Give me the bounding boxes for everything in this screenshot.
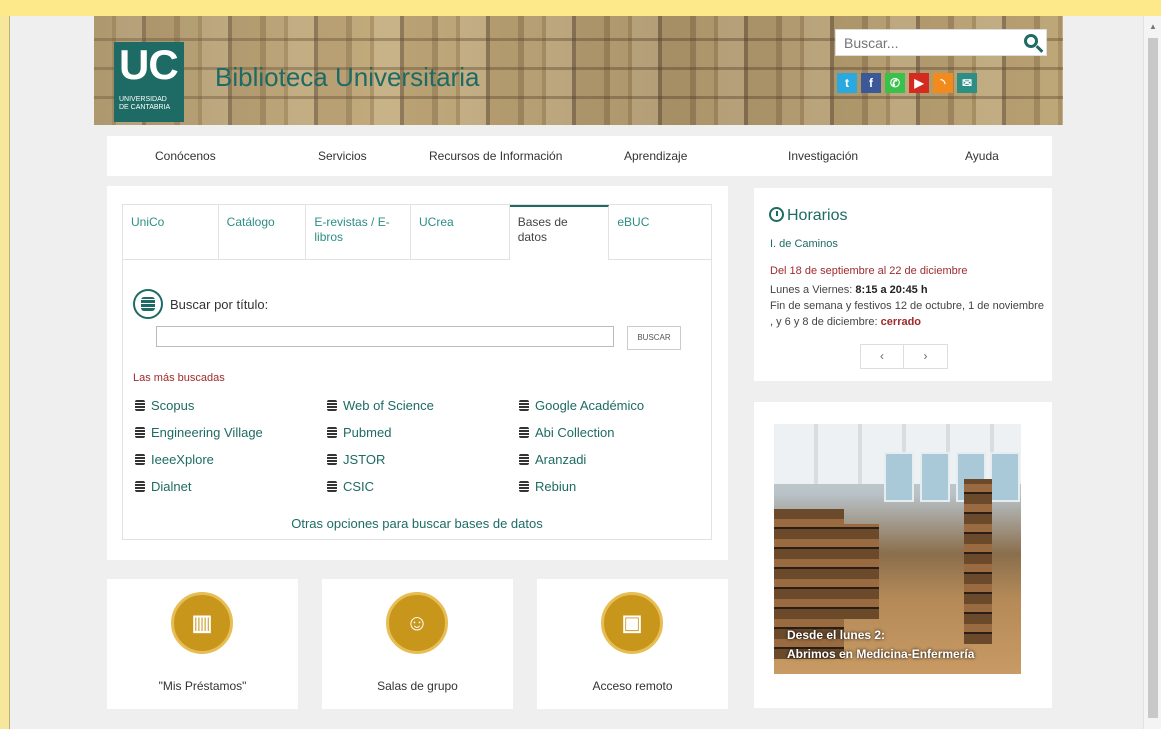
tab-erevistas[interactable]: E-revistas / E-libros xyxy=(306,205,412,260)
logo-subtext-1: UNIVERSIDAD xyxy=(119,96,167,103)
mail-icon[interactable]: ✉ xyxy=(957,73,977,93)
database-link[interactable]: Aranzadi xyxy=(519,452,586,467)
uc-logo[interactable]: UC UNIVERSIDAD DE CANTABRIA xyxy=(114,42,184,122)
database-icon xyxy=(327,427,337,438)
news-panel: Desde el lunes 2: Abrimos en Medicina-En… xyxy=(754,402,1052,708)
database-link[interactable]: JSTOR xyxy=(327,452,385,467)
database-link[interactable]: Web of Science xyxy=(327,398,434,413)
database-icon xyxy=(135,400,145,411)
search-input[interactable] xyxy=(836,30,1006,55)
database-icon xyxy=(519,454,529,465)
database-icon xyxy=(327,481,337,492)
card-label: "Mis Préstamos" xyxy=(158,679,247,693)
whatsapp-icon[interactable]: ✆ xyxy=(885,73,905,93)
rss-icon[interactable]: ◝ xyxy=(933,73,953,93)
search-tabs: UniCo Catálogo E-revistas / E-libros UCr… xyxy=(122,204,712,260)
card-label: Salas de grupo xyxy=(377,679,458,693)
nav-item-recursos[interactable]: Recursos de Información xyxy=(429,149,562,163)
database-icon xyxy=(135,454,145,465)
horarios-weekday: Lunes a Viernes: 8:15 a 20:45 h xyxy=(770,284,928,296)
photo-window xyxy=(990,452,1020,502)
logo-subtext-2: DE CANTABRIA xyxy=(119,104,171,111)
database-link[interactable]: Pubmed xyxy=(327,425,391,440)
card-label: Acceso remoto xyxy=(592,679,673,693)
tab-ucrea[interactable]: UCrea xyxy=(411,205,510,260)
next-button[interactable]: › xyxy=(904,344,948,369)
tab-bases-de-datos[interactable]: Bases de datos xyxy=(509,205,610,260)
tab-content: Buscar por título: BUSCAR Las más buscad… xyxy=(122,260,712,540)
group-icon: ☺ xyxy=(386,592,448,654)
database-link[interactable]: Rebiun xyxy=(519,479,576,494)
nav-item-ayuda[interactable]: Ayuda xyxy=(965,149,999,163)
database-link[interactable]: IeeeXplore xyxy=(135,452,214,467)
database-icon xyxy=(519,481,529,492)
nav-item-conocenos[interactable]: Conócenos xyxy=(155,149,216,163)
library-photo[interactable]: Desde el lunes 2: Abrimos en Medicina-En… xyxy=(774,424,1021,674)
card-acceso-remoto[interactable]: ▣ Acceso remoto xyxy=(537,579,728,709)
window-left-edge xyxy=(0,16,10,729)
most-searched-heading: Las más buscadas xyxy=(133,372,225,384)
card-mis-prestamos[interactable]: ▥ "Mis Préstamos" xyxy=(107,579,298,709)
photo-window xyxy=(884,452,914,502)
database-icon xyxy=(135,481,145,492)
buscar-button[interactable]: BUSCAR xyxy=(627,326,681,350)
photo-shelf xyxy=(844,524,879,619)
horarios-panel: Horarios I. de Caminos Del 18 de septiem… xyxy=(754,188,1052,381)
horarios-title: Horarios xyxy=(769,207,847,225)
main-nav: Conócenos Servicios Recursos de Informac… xyxy=(107,136,1052,176)
remote-access-icon: ▣ xyxy=(601,592,663,654)
browser-viewport: UC UNIVERSIDAD DE CANTABRIA Biblioteca U… xyxy=(10,16,1161,729)
search-panel: UniCo Catálogo E-revistas / E-libros UCr… xyxy=(107,186,728,560)
news-caption-line2: Abrimos en Medicina-Enfermería xyxy=(787,647,975,661)
social-links: t f ✆ ▶ ◝ ✉ xyxy=(837,73,977,93)
title-search-input[interactable] xyxy=(156,326,614,347)
database-link[interactable]: Dialnet xyxy=(135,479,191,494)
photo-window xyxy=(920,452,950,502)
database-icon xyxy=(327,400,337,411)
logo-text: UC xyxy=(119,41,179,88)
horarios-location[interactable]: I. de Caminos xyxy=(770,238,838,250)
database-icon xyxy=(519,400,529,411)
database-link[interactable]: Google Académico xyxy=(519,398,644,413)
vertical-scrollbar[interactable]: ▲ xyxy=(1143,16,1161,729)
nav-item-investigacion[interactable]: Investigación xyxy=(788,149,858,163)
tab-catalogo[interactable]: Catálogo xyxy=(218,205,307,260)
horarios-pager: ‹ › xyxy=(860,344,948,369)
database-icon xyxy=(519,427,529,438)
horarios-weekend: Fin de semana y festivos 12 de octubre, … xyxy=(770,300,1044,328)
photo-shelf xyxy=(964,479,992,644)
database-link[interactable]: Engineering Village xyxy=(135,425,263,440)
database-link[interactable]: Abi Collection xyxy=(519,425,615,440)
horarios-dates: Del 18 de septiembre al 22 de diciembre xyxy=(770,265,968,277)
tab-ebuc[interactable]: eBUC xyxy=(609,205,711,260)
facebook-icon[interactable]: f xyxy=(861,73,881,93)
database-link[interactable]: CSIC xyxy=(327,479,374,494)
books-icon: ▥ xyxy=(171,592,233,654)
site-title[interactable]: Biblioteca Universitaria xyxy=(215,62,479,93)
twitter-icon[interactable]: t xyxy=(837,73,857,93)
search-icon[interactable] xyxy=(1024,34,1038,48)
nav-item-servicios[interactable]: Servicios xyxy=(318,149,367,163)
site-header: UC UNIVERSIDAD DE CANTABRIA Biblioteca U… xyxy=(94,16,1063,125)
card-salas-de-grupo[interactable]: ☺ Salas de grupo xyxy=(322,579,513,709)
prev-button[interactable]: ‹ xyxy=(860,344,904,369)
site-search xyxy=(835,29,1047,56)
database-icon xyxy=(133,289,163,319)
tab-unico[interactable]: UniCo xyxy=(123,205,219,260)
database-icon xyxy=(327,454,337,465)
youtube-icon[interactable]: ▶ xyxy=(909,73,929,93)
search-label: Buscar por título: xyxy=(170,297,269,312)
clock-icon xyxy=(769,207,784,222)
news-caption-line1: Desde el lunes 2: xyxy=(787,628,886,642)
nav-item-aprendizaje[interactable]: Aprendizaje xyxy=(624,149,687,163)
scroll-thumb[interactable] xyxy=(1148,38,1158,718)
database-link[interactable]: Scopus xyxy=(135,398,194,413)
scroll-up-icon[interactable]: ▲ xyxy=(1149,22,1157,31)
other-options-link[interactable]: Otras opciones para buscar bases de dato… xyxy=(123,516,711,531)
database-icon xyxy=(135,427,145,438)
